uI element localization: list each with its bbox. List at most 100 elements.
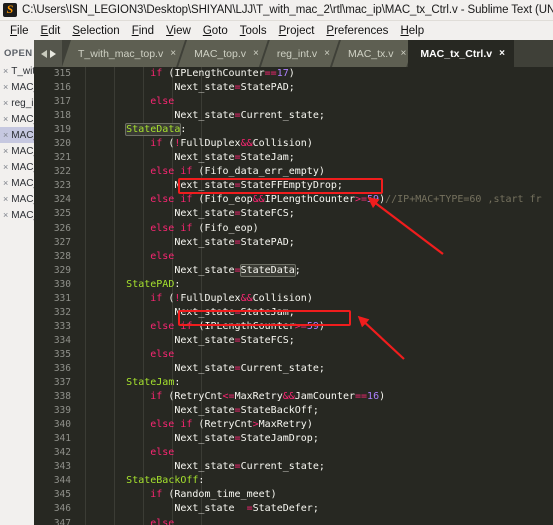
line-number: 316	[53, 82, 71, 94]
code-line[interactable]: 334 Next_state=StateFCS;	[34, 334, 553, 348]
close-icon[interactable]: ×	[3, 98, 8, 108]
close-icon[interactable]: ×	[3, 82, 8, 92]
sidebar-file-item[interactable]: ×reg_int.v	[0, 95, 34, 111]
menu-item-edit[interactable]: Edit	[35, 25, 67, 37]
sublime-text-window: C:\Users\ISN_LEGION3\Desktop\SHIYAN\LJJ\…	[0, 0, 553, 525]
close-icon[interactable]: ×	[3, 210, 8, 220]
close-icon[interactable]: ×	[170, 48, 176, 59]
code-line[interactable]: 341 Next_state=StateJamDrop;	[34, 432, 553, 446]
close-icon[interactable]: ×	[3, 178, 8, 188]
close-icon[interactable]: ×	[3, 194, 8, 204]
line-number: 318	[53, 110, 71, 122]
tab-T_with_mac_top-v[interactable]: T_with_mac_top.v ×	[62, 40, 185, 67]
sidebar-file-item[interactable]: ×MAC_top.v	[0, 79, 34, 95]
code-line[interactable]: 345 if (Random_time_meet)	[34, 488, 553, 502]
menu-item-view[interactable]: View	[160, 25, 197, 37]
close-icon[interactable]: ×	[3, 66, 8, 76]
code-token: StatePAD	[126, 278, 175, 290]
code-line[interactable]: 340 else if (RetryCnt>MaxRetry)	[34, 418, 553, 432]
code-line[interactable]: 336 Next_state=Current_state;	[34, 362, 553, 376]
tab-MAC_top-v[interactable]: MAC_top.v ×	[178, 40, 268, 67]
close-icon[interactable]: ×	[324, 48, 330, 59]
code-token: )	[379, 391, 386, 403]
code-line[interactable]: 335 else	[34, 348, 553, 362]
close-icon[interactable]: ×	[253, 48, 259, 59]
sidebar-file-label: MAC_tx_FF.v	[11, 193, 34, 205]
code-line[interactable]: 317 else	[34, 95, 553, 109]
arrow-right-icon[interactable]	[49, 49, 56, 58]
menu-item-project[interactable]: Project	[273, 25, 321, 37]
tab-nav-buttons[interactable]	[34, 40, 62, 67]
line-number: 320	[53, 138, 71, 150]
tab-MAC_tx-v[interactable]: MAC_tx.v ×	[332, 40, 415, 67]
sidebar-section-open-files: OPEN FILES	[4, 48, 34, 59]
code-token: (	[192, 320, 205, 332]
code-line[interactable]: 329 Next_state=StateData;	[34, 263, 553, 278]
code-lines[interactable]: 315 if (IPLengthCounter==17) 316 Next_sta…	[34, 67, 553, 525]
menu-item-help[interactable]: Help	[394, 25, 430, 37]
sidebar-file-label: MAC_tx_Crc.v	[11, 209, 34, 221]
sidebar-file-item[interactable]: ×T_with_mac_top.v	[0, 63, 34, 79]
code-token: :	[198, 475, 205, 487]
sidebar-file-item[interactable]: ×MAC_tx.v	[0, 111, 34, 127]
sidebar-file-item[interactable]: ×MAC_tx_FF.v	[0, 191, 34, 207]
code-line[interactable]: 347 else	[34, 517, 553, 525]
menu-item-file[interactable]: File	[4, 25, 35, 37]
sidebar-file-item[interactable]: ×MAC_tx_Ctrl.v	[0, 127, 34, 143]
tab-MAC_tx_Ctrl-v[interactable]: MAC_tx_Ctrl.v ×	[408, 40, 514, 67]
sidebar-file-item[interactable]: ×MAC_rx.v	[0, 143, 34, 159]
code-line[interactable]: 315 if (IPLengthCounter==17)	[34, 67, 553, 81]
code-line[interactable]: 337 StateJam:	[34, 376, 553, 390]
code-line[interactable]: 338 if (RetryCnt<=MaxRetry&&JamCounter==…	[34, 390, 553, 404]
code-line[interactable]: 343 Next_state=Current_state;	[34, 460, 553, 474]
sidebar-file-item[interactable]: ×MAC_tx_Crc.v	[0, 207, 34, 223]
code-token: else if	[150, 320, 193, 332]
close-icon[interactable]: ×	[499, 48, 505, 59]
code-line[interactable]: 327 Next_state=StatePAD;	[34, 236, 553, 250]
code-line[interactable]: 333 else if (IPLengthCounter>=59)	[34, 320, 553, 334]
line-number: 346	[53, 503, 71, 515]
code-line[interactable]: 332 Next_state=StateJam;	[34, 306, 553, 320]
code-line[interactable]: 322 else if (Fifo_data_err_empty)	[34, 165, 553, 179]
code-token: 16	[367, 391, 380, 403]
code-line[interactable]: 346 Next_state =StateDefer;	[34, 502, 553, 516]
menu-item-find[interactable]: Find	[126, 25, 160, 37]
line-number: 334	[53, 334, 71, 346]
code-line[interactable]: 325 Next_state=StateFCS;	[34, 207, 553, 221]
close-icon[interactable]: ×	[3, 130, 8, 140]
code-line[interactable]: 330 StatePAD:	[34, 278, 553, 292]
code-line[interactable]: 319 StateData:	[34, 123, 553, 137]
code-line-text: Next_state=StatePAD;	[78, 236, 553, 250]
code-token: RetryCnt	[204, 419, 253, 431]
menu-item-preferences[interactable]: Preferences	[320, 25, 394, 37]
code-token: Next_state	[174, 405, 235, 417]
code-line[interactable]: 328 else	[34, 250, 553, 264]
close-icon[interactable]: ×	[400, 48, 406, 59]
sidebar-file-item[interactable]: ×MAC_rx_FF.v	[0, 175, 34, 191]
menu-item-selection[interactable]: Selection	[66, 25, 125, 37]
code-line[interactable]: 344 StateBackOff:	[34, 474, 553, 488]
menu-item-goto[interactable]: Goto	[197, 25, 234, 37]
code-line[interactable]: 320 if (!FullDuplex&&Collision)	[34, 137, 553, 151]
code-line[interactable]: 321 Next_state=StateJam;	[34, 151, 553, 165]
close-icon[interactable]: ×	[3, 114, 8, 124]
code-token: ==	[355, 391, 368, 403]
tab-reg_int-v[interactable]: reg_int.v ×	[261, 40, 339, 67]
code-line[interactable]: 316 Next_state=StatePAD;	[34, 81, 553, 95]
code-editor-viewport[interactable]: 315 if (IPLengthCounter==17) 316 Next_sta…	[34, 67, 553, 525]
code-line[interactable]: 342 else	[34, 446, 553, 460]
close-icon[interactable]: ×	[3, 162, 8, 172]
code-line[interactable]: 324 else if (Fifo_eop&&IPLengthCounter>=…	[34, 193, 553, 207]
code-line[interactable]: 339 Next_state=StateBackOff;	[34, 404, 553, 418]
code-line[interactable]: 318 Next_state=Current_state;	[34, 109, 553, 123]
menu-item-tools[interactable]: Tools	[234, 25, 273, 37]
title-bar: C:\Users\ISN_LEGION3\Desktop\SHIYAN\LJJ\…	[0, 0, 553, 21]
code-line[interactable]: 323 Next_state=StateFFEmptyDrop;	[34, 179, 553, 193]
arrow-left-icon[interactable]	[40, 49, 47, 58]
code-line[interactable]: 331 if (!FullDuplex&&Collision)	[34, 292, 553, 306]
close-icon[interactable]: ×	[3, 146, 8, 156]
code-line[interactable]: 326 else if (Fifo_eop)	[34, 222, 553, 236]
sidebar-file-item[interactable]: ×MAC_rx_Ctrl.v	[0, 159, 34, 175]
line-number: 331	[53, 292, 71, 304]
line-number: 317	[53, 96, 71, 108]
